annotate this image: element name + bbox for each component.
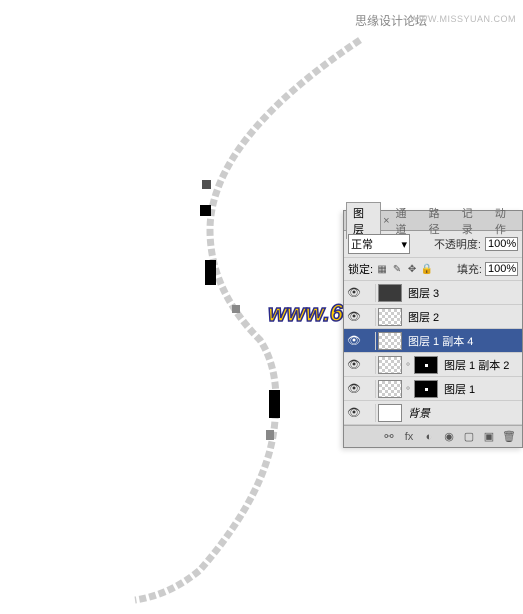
eye-icon[interactable]: 👁 bbox=[346, 405, 362, 421]
layer-thumbnail[interactable] bbox=[378, 404, 402, 422]
layer-thumbnail[interactable] bbox=[378, 332, 402, 350]
link-column bbox=[364, 356, 376, 374]
panel-footer: ⚯ fx ◐ ◉ ▢ ▣ 🗑 bbox=[344, 425, 522, 447]
adjust-icon[interactable]: ◉ bbox=[442, 430, 456, 444]
blend-mode-value: 正常 bbox=[351, 236, 373, 252]
eye-icon[interactable]: 👁 bbox=[346, 333, 362, 349]
layer-thumbnail[interactable] bbox=[378, 356, 402, 374]
eye-icon[interactable]: 👁 bbox=[346, 381, 362, 397]
blend-mode-select[interactable]: 正常 ▾ bbox=[348, 234, 410, 254]
link-column bbox=[364, 380, 376, 398]
layer-row[interactable]: 👁 ⚬ 图层 1 副本 2 bbox=[344, 353, 522, 377]
new-layer-icon[interactable]: ▣ bbox=[482, 430, 496, 444]
mask-thumbnail[interactable] bbox=[414, 356, 438, 374]
eye-icon[interactable]: 👁 bbox=[346, 309, 362, 325]
mask-link-icon[interactable]: ⚬ bbox=[404, 383, 412, 394]
layer-thumbnail[interactable] bbox=[378, 284, 402, 302]
link-icon[interactable]: ⚯ bbox=[382, 430, 396, 444]
layer-name: 图层 1 bbox=[440, 381, 475, 397]
layer-list: 👁 图层 3 👁 图层 2 👁 图层 1 副本 4 👁 ⚬ 图层 1 副本 2 bbox=[344, 281, 522, 425]
opacity-label: 不透明度: bbox=[434, 236, 481, 252]
layer-name: 图层 2 bbox=[404, 309, 439, 325]
fill-label: 填充: bbox=[457, 261, 482, 277]
eye-icon[interactable]: 👁 bbox=[346, 285, 362, 301]
layer-name: 图层 1 副本 4 bbox=[404, 333, 473, 349]
link-column bbox=[364, 404, 376, 422]
layer-row[interactable]: 👁 背景 bbox=[344, 401, 522, 425]
mask-thumbnail[interactable] bbox=[414, 380, 438, 398]
lock-all-icon[interactable]: 🔒 bbox=[421, 263, 433, 275]
layers-panel: 图层 × 通道 路径 记录 动作 正常 ▾ 不透明度: 100% 锁定: ▦ ✎… bbox=[343, 210, 523, 448]
link-column bbox=[364, 308, 376, 326]
link-column bbox=[364, 284, 376, 302]
lock-fill-row: 锁定: ▦ ✎ ✥ 🔒 填充: 100% bbox=[344, 258, 522, 281]
mask-link-icon[interactable]: ⚬ bbox=[404, 359, 412, 370]
lock-pixels-icon[interactable]: ✎ bbox=[391, 263, 403, 275]
layer-name: 背景 bbox=[404, 405, 430, 421]
layer-row[interactable]: 👁 ⚬ 图层 1 bbox=[344, 377, 522, 401]
tab-actions[interactable]: 动作 bbox=[489, 203, 522, 239]
layer-name: 图层 3 bbox=[404, 285, 439, 301]
tab-paths[interactable]: 路径 bbox=[423, 203, 456, 239]
fx-icon[interactable]: fx bbox=[402, 430, 416, 444]
layer-thumbnail[interactable] bbox=[378, 380, 402, 398]
trash-icon[interactable]: 🗑 bbox=[502, 430, 516, 444]
lock-label: 锁定: bbox=[348, 261, 373, 277]
lock-transparent-icon[interactable]: ▦ bbox=[376, 263, 388, 275]
mask-icon[interactable]: ◐ bbox=[422, 430, 436, 444]
chevron-down-icon: ▾ bbox=[401, 238, 407, 251]
eye-icon[interactable]: 👁 bbox=[346, 357, 362, 373]
layer-thumbnail[interactable] bbox=[378, 308, 402, 326]
site-url: WWW.MISSYUAN.COM bbox=[410, 14, 516, 24]
lock-position-icon[interactable]: ✥ bbox=[406, 263, 418, 275]
layer-row[interactable]: 👁 图层 2 bbox=[344, 305, 522, 329]
panel-tabs: 图层 × 通道 路径 记录 动作 bbox=[344, 211, 522, 231]
layer-row[interactable]: 👁 图层 3 bbox=[344, 281, 522, 305]
tab-history[interactable]: 记录 bbox=[456, 203, 489, 239]
layer-row[interactable]: 👁 图层 1 副本 4 bbox=[344, 329, 522, 353]
folder-icon[interactable]: ▢ bbox=[462, 430, 476, 444]
opacity-input[interactable]: 100% bbox=[485, 237, 518, 251]
link-column bbox=[364, 332, 376, 350]
layer-name: 图层 1 副本 2 bbox=[440, 357, 509, 373]
fill-input[interactable]: 100% bbox=[485, 262, 518, 276]
